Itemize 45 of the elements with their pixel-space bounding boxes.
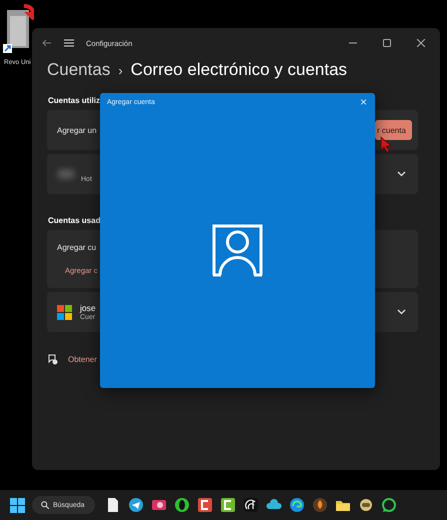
ring-icon — [174, 497, 190, 513]
swirl-icon — [288, 497, 305, 513]
breadcrumb-parent[interactable]: Cuentas — [47, 60, 110, 80]
bracket-icon — [220, 497, 236, 513]
chevron-icon[interactable] — [397, 309, 406, 315]
section-heading: Cuentas usad — [48, 216, 100, 225]
gallery-icon — [150, 497, 167, 513]
page-title: Correo electrónico y cuentas — [130, 60, 348, 80]
taskbar-app-button[interactable] — [220, 497, 236, 513]
close-button[interactable]: × — [360, 96, 367, 108]
start-button[interactable] — [9, 497, 25, 513]
paper-plane-icon — [128, 497, 144, 513]
help-link[interactable]: Obtener — [68, 355, 97, 364]
breadcrumb-separator: › — [118, 63, 123, 78]
flame-icon — [312, 497, 328, 513]
card-label: Agregar un — [57, 126, 97, 134]
account-name: jose — [80, 303, 96, 313]
card-label: Agregar cu — [57, 243, 98, 252]
bracket-icon — [196, 497, 213, 513]
cursor-icon — [380, 136, 392, 152]
taskbar-app-button[interactable] — [196, 497, 213, 513]
taskbar-app-button[interactable] — [288, 497, 305, 513]
taskbar-app-button[interactable] — [312, 497, 328, 513]
back-arrow-icon[interactable] — [42, 39, 52, 47]
sticker-icon — [358, 497, 374, 513]
help-chat-icon — [48, 354, 58, 365]
spiral-icon — [242, 497, 259, 513]
maximize-icon[interactable] — [383, 39, 391, 47]
chat-bubble-icon — [380, 497, 397, 513]
person-icon — [211, 224, 264, 277]
taskbar-app-button[interactable] — [358, 497, 374, 513]
search-icon — [41, 501, 49, 509]
taskbar-app-button[interactable] — [128, 497, 144, 513]
windows-logo-icon — [57, 304, 72, 320]
taskbar-app-button[interactable] — [380, 497, 397, 513]
chevron-icon[interactable] — [397, 171, 406, 177]
taskbar-app-button[interactable] — [150, 497, 167, 513]
menu-icon[interactable] — [64, 39, 74, 47]
taskbar-app-button[interactable] — [174, 497, 190, 513]
redacted-blur — [57, 169, 75, 179]
minimize-icon[interactable] — [349, 42, 357, 44]
section-heading: Cuentas utiliz — [48, 96, 100, 105]
close-icon[interactable] — [417, 39, 425, 47]
add-account-button[interactable]: r cuenta — [375, 120, 412, 140]
taskbar-app-button[interactable] — [242, 497, 259, 513]
